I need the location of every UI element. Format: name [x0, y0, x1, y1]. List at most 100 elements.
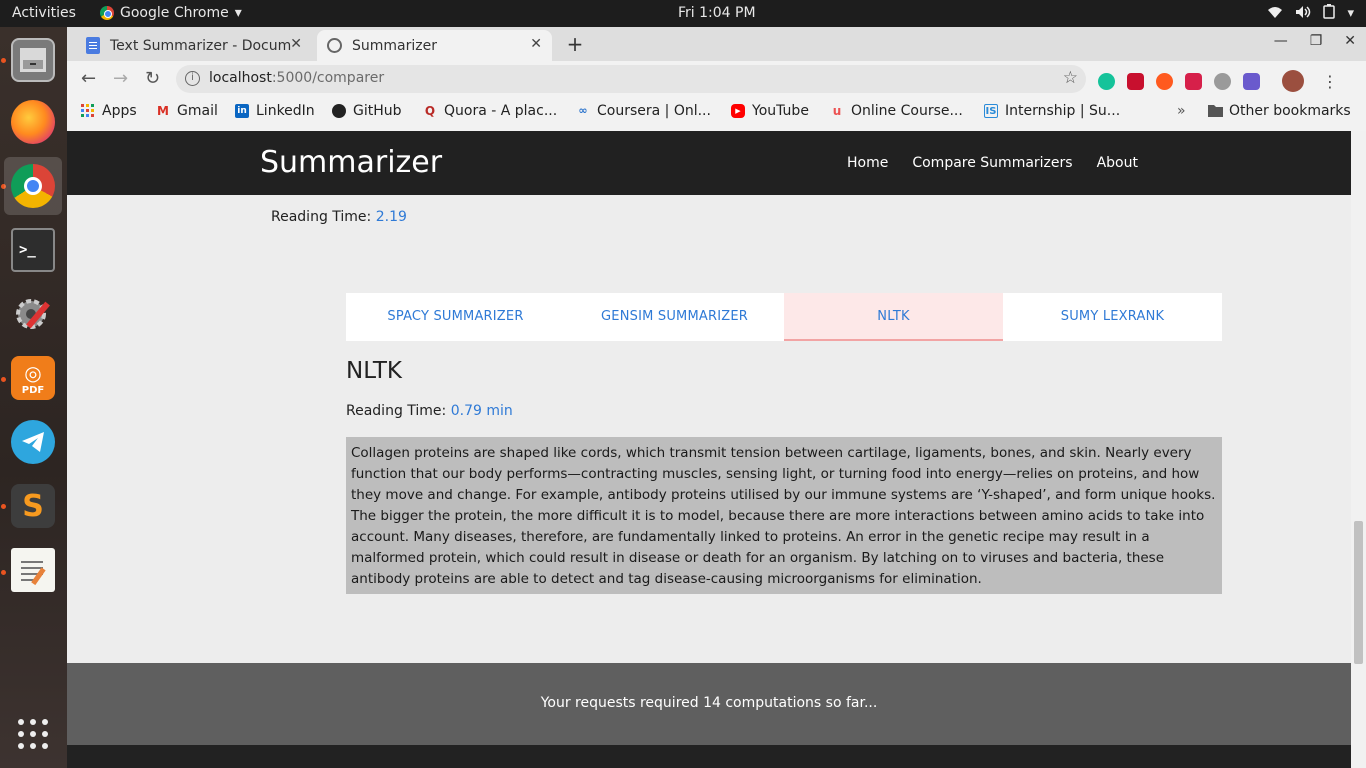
more-bookmarks-button[interactable]: »: [1177, 103, 1186, 119]
wifi-icon: [1267, 5, 1283, 23]
quora-icon: Q: [424, 104, 436, 118]
bookmark-youtube[interactable]: ▶ YouTube: [731, 103, 809, 119]
pdf-extension-icon[interactable]: [1127, 72, 1144, 90]
footer-bottom-bar: [67, 745, 1351, 768]
bookmark-quora[interactable]: Q Quora - A plac...: [423, 103, 557, 119]
extension-icon[interactable]: [1156, 72, 1173, 90]
bookmark-gmail[interactable]: M Gmail: [156, 103, 218, 119]
nav-home[interactable]: Home: [847, 155, 888, 171]
file-cabinet-icon: [11, 38, 55, 82]
dock-terminal[interactable]: >_: [4, 221, 62, 279]
summarizer-tabs: SPACY SUMMARIZER GENSIM SUMMARIZER NLTK …: [346, 293, 1222, 341]
bookmarks-bar: Apps M Gmail in LinkedIn GitHub Q Quora …: [67, 97, 1366, 127]
browser-window: Text Summarizer - Docum ✕ Summarizer ✕ +…: [67, 27, 1366, 768]
tab-gensim-summarizer[interactable]: GENSIM SUMMARIZER: [565, 293, 784, 341]
bookmark-internship[interactable]: IS Internship | Su...: [984, 103, 1120, 119]
firefox-icon: [11, 100, 55, 144]
url-text: localhost:5000/comparer: [209, 70, 385, 86]
globe-icon: [327, 38, 342, 53]
nav-about[interactable]: About: [1097, 155, 1138, 171]
volume-icon: [1295, 5, 1311, 23]
chevron-down-icon: ▾: [234, 5, 242, 21]
bookmark-apps[interactable]: Apps: [81, 103, 137, 119]
tab-summarizer[interactable]: Summarizer ✕: [317, 30, 552, 61]
dock-telegram[interactable]: [4, 413, 62, 471]
folder-icon: [1208, 104, 1223, 118]
bookmark-linkedin[interactable]: in LinkedIn: [235, 103, 315, 119]
info-icon[interactable]: i: [185, 71, 200, 86]
previous-reading-time: Reading Time: 2.19: [271, 209, 407, 225]
battery-icon: [1323, 4, 1336, 23]
close-icon[interactable]: ✕: [290, 36, 302, 52]
telegram-icon: [11, 420, 55, 464]
app-grid-icon: [11, 712, 55, 756]
coursera-icon: ∞: [578, 104, 588, 117]
reload-button[interactable]: ↻: [145, 68, 160, 89]
nav-compare-summarizers[interactable]: Compare Summarizers: [912, 155, 1072, 171]
bookmark-star-icon[interactable]: ☆: [1063, 68, 1078, 88]
video-extension-icon[interactable]: [1185, 72, 1202, 90]
system-tray[interactable]: ▾: [1267, 4, 1354, 23]
linkedin-icon: in: [235, 104, 249, 118]
show-applications-button[interactable]: [4, 705, 62, 763]
back-button[interactable]: ←: [81, 68, 96, 89]
camera-extension-icon[interactable]: [1243, 72, 1260, 90]
forward-button[interactable]: →: [113, 68, 128, 89]
scrollbar-thumb[interactable]: [1354, 521, 1363, 664]
chrome-icon: [100, 6, 114, 20]
close-icon[interactable]: ✕: [530, 36, 542, 52]
chevron-down-icon: ▾: [1347, 6, 1354, 21]
system-top-bar: Activities Google Chrome ▾ Fri 1:04 PM ▾: [0, 0, 1366, 27]
extension-icon[interactable]: [1214, 72, 1231, 90]
window-controls: — ❐ ✕: [1274, 33, 1356, 49]
tab-nltk[interactable]: NLTK: [784, 293, 1003, 341]
apps-grid-icon: [81, 104, 95, 118]
minimize-button[interactable]: —: [1274, 33, 1288, 49]
dock-sublime[interactable]: S: [4, 477, 62, 535]
section-title: NLTK: [346, 358, 402, 384]
dock-pdf[interactable]: ◎ PDF: [4, 349, 62, 407]
avatar[interactable]: [1282, 70, 1304, 92]
internshala-icon: IS: [984, 104, 998, 118]
tab-sumy-lexrank[interactable]: SUMY LEXRANK: [1003, 293, 1222, 341]
bookmark-online-courses[interactable]: u Online Course...: [830, 103, 963, 119]
clock[interactable]: Fri 1:04 PM: [678, 5, 756, 21]
app-menu[interactable]: Google Chrome ▾: [100, 5, 242, 21]
dock-chrome[interactable]: [4, 157, 62, 215]
nav-links: Home Compare Summarizers About: [847, 155, 1138, 171]
text-editor-icon: [11, 548, 55, 592]
site-navbar: Summarizer Home Compare Summarizers Abou…: [67, 131, 1351, 195]
tab-strip: Text Summarizer - Docum ✕ Summarizer ✕ +…: [67, 27, 1366, 61]
pdf-editor-icon: ◎ PDF: [11, 356, 55, 400]
bookmark-coursera[interactable]: ∞ Coursera | Onl...: [576, 103, 711, 119]
menu-kebab-icon[interactable]: ⋮: [1322, 72, 1338, 91]
google-docs-icon: [86, 37, 100, 54]
dock-text-editor[interactable]: [4, 541, 62, 599]
app-menu-label: Google Chrome: [120, 5, 229, 21]
web-page: Summarizer Home Compare Summarizers Abou…: [67, 131, 1351, 768]
bookmark-github[interactable]: GitHub: [332, 103, 402, 119]
github-icon: [332, 104, 346, 118]
tab-text-summarizer-doc[interactable]: Text Summarizer - Docum ✕: [76, 30, 312, 61]
tab-title: Text Summarizer - Docum: [110, 37, 292, 54]
settings-tools-icon: [11, 292, 55, 336]
maximize-button[interactable]: ❐: [1310, 33, 1323, 49]
summary-text: Collagen proteins are shaped like cords,…: [346, 437, 1222, 594]
dock-files[interactable]: [4, 31, 62, 89]
footer-text: Your requests required 14 computations s…: [540, 695, 878, 711]
dock-settings[interactable]: [4, 285, 62, 343]
close-window-button[interactable]: ✕: [1344, 33, 1356, 49]
grammarly-icon[interactable]: [1098, 72, 1115, 90]
page-footer: Your requests required 14 computations s…: [67, 663, 1351, 745]
gmail-icon: M: [157, 104, 169, 118]
terminal-icon: >_: [11, 228, 55, 272]
udemy-icon: u: [832, 104, 842, 118]
dock-firefox[interactable]: [4, 93, 62, 151]
new-tab-button[interactable]: +: [563, 33, 587, 57]
tab-spacy-summarizer[interactable]: SPACY SUMMARIZER: [346, 293, 565, 341]
site-brand[interactable]: Summarizer: [260, 145, 442, 180]
activities-button[interactable]: Activities: [12, 5, 76, 21]
bookmark-other[interactable]: Other bookmarks: [1208, 103, 1351, 119]
address-bar[interactable]: i localhost:5000/comparer ☆: [176, 65, 1086, 93]
page-scrollbar[interactable]: [1351, 131, 1366, 768]
